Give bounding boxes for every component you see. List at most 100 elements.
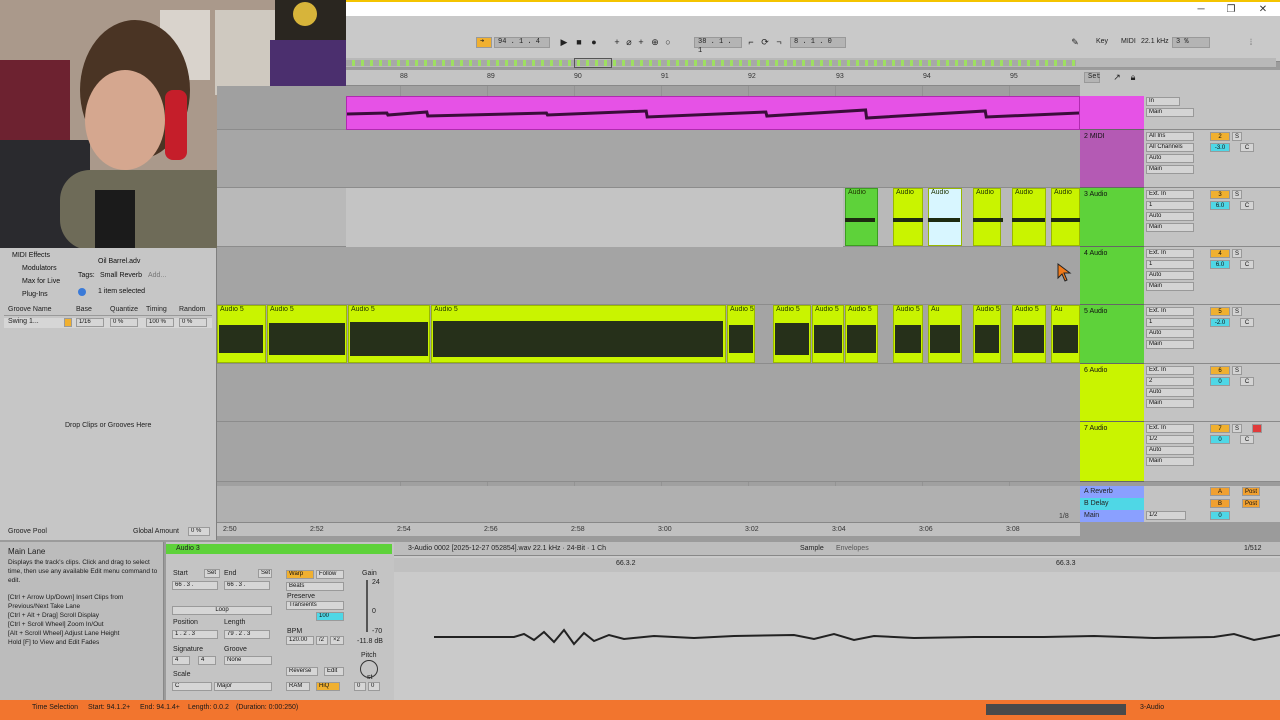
- input-channel-select[interactable]: 1: [1146, 201, 1194, 210]
- output-select[interactable]: Main: [1146, 340, 1194, 349]
- output-select[interactable]: Main: [1146, 223, 1194, 232]
- sample-ruler[interactable]: 66.3.2 66.3.3: [394, 558, 1280, 572]
- groove-hot-swap-icon[interactable]: [64, 318, 72, 327]
- time-ruler[interactable]: 2:50 2:52 2:54 2:56 2:58 3:00 3:02 3:04 …: [217, 513, 1080, 536]
- punch-out-icon[interactable]: ¬: [774, 37, 784, 47]
- start-field[interactable]: 66 . 3 .: [172, 581, 218, 590]
- edit-button[interactable]: Edit: [324, 667, 344, 676]
- global-amount-field[interactable]: 0 %: [188, 527, 210, 536]
- output-select[interactable]: Main: [1146, 282, 1194, 291]
- input-channel-select[interactable]: All Channels: [1146, 143, 1194, 152]
- track-lane-5-audio[interactable]: Audio 5 Audio 5 Audio 5 Audio 5 Audio 5 …: [217, 305, 1080, 364]
- track-activator[interactable]: 3: [1210, 190, 1230, 199]
- preserve-select[interactable]: Transients: [286, 601, 344, 610]
- pan-field[interactable]: C: [1240, 201, 1254, 210]
- tab-sample[interactable]: Sample: [800, 545, 824, 552]
- groove-row[interactable]: Swing 1... 1/16 0 % 100 % 0 %: [4, 318, 212, 328]
- gain-slider[interactable]: [366, 580, 368, 632]
- input-channel-select[interactable]: 1: [1146, 318, 1194, 327]
- arrangement-overview[interactable]: [346, 58, 1276, 68]
- record-icon[interactable]: ●: [589, 37, 599, 47]
- signature-denominator[interactable]: 4: [198, 656, 216, 665]
- output-select[interactable]: Main: [1146, 165, 1194, 174]
- browser-file-item[interactable]: Oil Barrel.adv: [98, 256, 140, 268]
- end-field[interactable]: 66 . 3 .: [224, 581, 270, 590]
- end-set-button[interactable]: Set: [258, 569, 272, 578]
- minimize-button[interactable]: ─: [1194, 4, 1208, 16]
- return-track-b[interactable]: B Delay: [1080, 498, 1144, 510]
- arrangement-view[interactable]: Audio Audio Audio Audio Audio Audio Audi…: [217, 86, 1080, 486]
- add-tag-button[interactable]: Add...: [148, 270, 166, 282]
- half-tempo-button[interactable]: /2: [316, 636, 328, 645]
- input-type-select[interactable]: Ext. In: [1146, 424, 1194, 433]
- midi-map-button[interactable]: MIDI: [1121, 38, 1136, 45]
- track-header-3-audio[interactable]: 3 Audio: [1080, 188, 1144, 247]
- loop-length-field[interactable]: 8 . 1 . 0: [790, 37, 846, 48]
- arm-button[interactable]: [1252, 424, 1262, 433]
- envelope-percent[interactable]: 100: [316, 612, 344, 621]
- pitch-cents[interactable]: 0: [368, 682, 380, 691]
- signature-numerator[interactable]: 4: [172, 656, 190, 665]
- input-type-select[interactable]: All Ins: [1146, 132, 1194, 141]
- monitor-switch[interactable]: Auto: [1146, 388, 1194, 397]
- warp-mode-select[interactable]: Beats: [286, 582, 344, 591]
- reverse-button[interactable]: Reverse: [286, 667, 318, 676]
- track-header-4-audio[interactable]: 4 Audio: [1080, 247, 1144, 305]
- solo-button[interactable]: S: [1232, 307, 1242, 316]
- track-activator[interactable]: 5: [1210, 307, 1230, 316]
- track-header-7-audio[interactable]: 7 Audio: [1080, 422, 1144, 482]
- volume-field[interactable]: -3.0: [1210, 143, 1230, 152]
- capture-icon[interactable]: ⊕: [650, 37, 660, 47]
- pitch-semitones[interactable]: 0: [354, 682, 366, 691]
- browser-item-modulators[interactable]: Modulators: [22, 263, 57, 275]
- volume-field[interactable]: -2.0: [1210, 318, 1230, 327]
- warp-button[interactable]: Warp: [286, 570, 314, 579]
- length-field[interactable]: 79 . 2 . 3: [224, 630, 270, 639]
- draw-mode-icon[interactable]: ✎: [1070, 37, 1080, 47]
- key-map-button[interactable]: Key: [1096, 38, 1108, 45]
- solo-button[interactable]: S: [1232, 366, 1242, 375]
- start-set-button[interactable]: Set: [204, 569, 220, 578]
- set-button[interactable]: Set: [1084, 72, 1101, 83]
- overview-toggle-icon[interactable]: ⦙: [1246, 37, 1256, 47]
- song-position-field[interactable]: 94 . 1 . 4: [494, 37, 550, 48]
- groove-random[interactable]: 0 %: [179, 318, 207, 327]
- track-lane-6-audio[interactable]: [217, 364, 1080, 422]
- solo-button[interactable]: S: [1232, 132, 1242, 141]
- volume-field[interactable]: 6.0: [1210, 260, 1230, 269]
- ram-button[interactable]: RAM: [286, 682, 310, 691]
- track-header-2-midi[interactable]: 2 MIDI: [1080, 130, 1144, 188]
- input-type-select[interactable]: Ext. In: [1146, 249, 1194, 258]
- lock-icon[interactable]: 🔒︎: [1128, 72, 1138, 82]
- return-track-a[interactable]: A Reverb: [1080, 486, 1144, 498]
- track-lane-7-audio[interactable]: [217, 422, 1080, 482]
- pan-field[interactable]: C: [1240, 260, 1254, 269]
- position-field[interactable]: 1 . 2 . 3: [172, 630, 218, 639]
- track-activator[interactable]: 4: [1210, 249, 1230, 258]
- solo-button[interactable]: S: [1232, 249, 1242, 258]
- double-tempo-button[interactable]: ×2: [330, 636, 344, 645]
- pan-field[interactable]: C: [1240, 435, 1254, 444]
- loop-start-field[interactable]: 38 . 1 . 1: [694, 37, 742, 55]
- track-activator[interactable]: 6: [1210, 366, 1230, 375]
- sample-editor[interactable]: 3-Audio 0002 [2025-12-27 052854].wav 22.…: [394, 542, 1280, 700]
- tab-envelopes[interactable]: Envelopes: [836, 545, 869, 552]
- track-lane-3-audio[interactable]: Audio Audio Audio Audio Audio Audio: [217, 188, 1080, 247]
- volume-field[interactable]: 0: [1210, 377, 1230, 386]
- monitor-switch[interactable]: Auto: [1146, 154, 1194, 163]
- track-header-top[interactable]: [1080, 96, 1144, 130]
- groove-drop-zone[interactable]: Drop Clips or Grooves Here: [65, 422, 151, 429]
- clip-pink[interactable]: [346, 96, 1080, 130]
- loop-switch-icon[interactable]: ⟳: [760, 37, 770, 47]
- play-icon[interactable]: ▶: [559, 37, 569, 47]
- pan-field[interactable]: C: [1240, 318, 1254, 327]
- beat-time-ruler[interactable]: 88 89 90 91 92 93 94 95: [346, 70, 1080, 86]
- stop-icon[interactable]: ■: [574, 37, 584, 47]
- volume-field[interactable]: 0: [1210, 435, 1230, 444]
- input-type-select[interactable]: Ext. In: [1146, 366, 1194, 375]
- automation-arm-icon[interactable]: ⌀: [624, 37, 634, 47]
- input-type-select[interactable]: Ext. In: [1146, 190, 1194, 199]
- track-lane-2-midi[interactable]: [217, 130, 1080, 188]
- main-track[interactable]: Main: [1080, 510, 1144, 522]
- follow-button[interactable]: Follow: [316, 570, 344, 579]
